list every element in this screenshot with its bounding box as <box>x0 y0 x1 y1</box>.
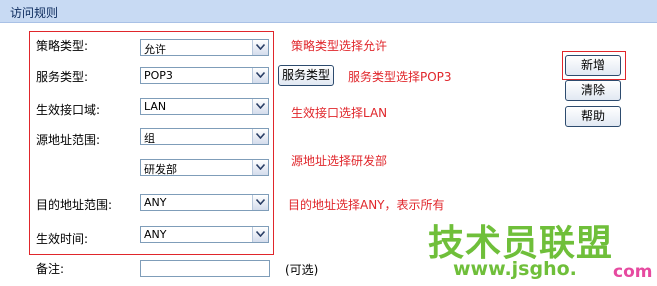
dst-range-label: 目的地址范围: <box>36 198 113 212</box>
policy-type-select[interactable]: 允许 <box>140 39 269 56</box>
interface-label: 生效接口域: <box>36 103 101 117</box>
remark-hint: (可选) <box>285 263 319 277</box>
dst-annotation: 目的地址选择ANY，表示所有 <box>288 198 445 212</box>
service-type-button[interactable]: 服务类型 <box>278 65 334 86</box>
service-type-value: POP3 <box>144 69 173 82</box>
chevron-down-icon <box>252 195 268 210</box>
chevron-down-icon <box>252 68 268 83</box>
policy-type-label: 策略类型: <box>36 39 89 53</box>
time-select[interactable]: ANY <box>140 226 269 243</box>
interface-select[interactable]: LAN <box>140 98 269 115</box>
service-type-select[interactable]: POP3 <box>140 67 269 84</box>
service-annotation: 服务类型选择POP3 <box>348 70 452 84</box>
chevron-down-icon <box>252 40 268 55</box>
chevron-down-icon <box>252 160 268 175</box>
watermark-tld: com <box>613 262 653 282</box>
add-button[interactable]: 新增 <box>565 55 621 76</box>
dst-range-select[interactable]: ANY <box>140 194 269 211</box>
chevron-down-icon <box>252 99 268 114</box>
clear-button[interactable]: 清除 <box>565 80 621 101</box>
remark-input[interactable] <box>140 260 270 277</box>
remark-label: 备注: <box>36 262 65 276</box>
chevron-down-icon <box>252 227 268 242</box>
src-range-value: 组 <box>144 132 155 145</box>
dst-range-value: ANY <box>144 196 167 209</box>
watermark-url: www.jsgho. <box>453 258 577 280</box>
interface-value: LAN <box>144 100 167 113</box>
src-group-value: 研发部 <box>144 163 177 176</box>
src-range-label: 源地址范围: <box>36 133 101 147</box>
src-range-select[interactable]: 组 <box>140 128 269 145</box>
src-annotation: 源地址选择研发部 <box>291 154 388 168</box>
policy-type-value: 允许 <box>144 43 166 56</box>
src-group-select[interactable]: 研发部 <box>140 159 269 176</box>
time-label: 生效时间: <box>36 232 89 246</box>
section-header: 访问规则 <box>0 0 657 23</box>
help-button[interactable]: 帮助 <box>565 106 621 127</box>
section-title: 访问规则 <box>10 6 59 20</box>
time-value: ANY <box>144 228 167 241</box>
chevron-down-icon <box>252 129 268 144</box>
interface-annotation: 生效接口选择LAN <box>291 106 388 120</box>
service-type-label: 服务类型: <box>36 70 89 84</box>
policy-annotation: 策略类型选择允许 <box>291 39 388 53</box>
